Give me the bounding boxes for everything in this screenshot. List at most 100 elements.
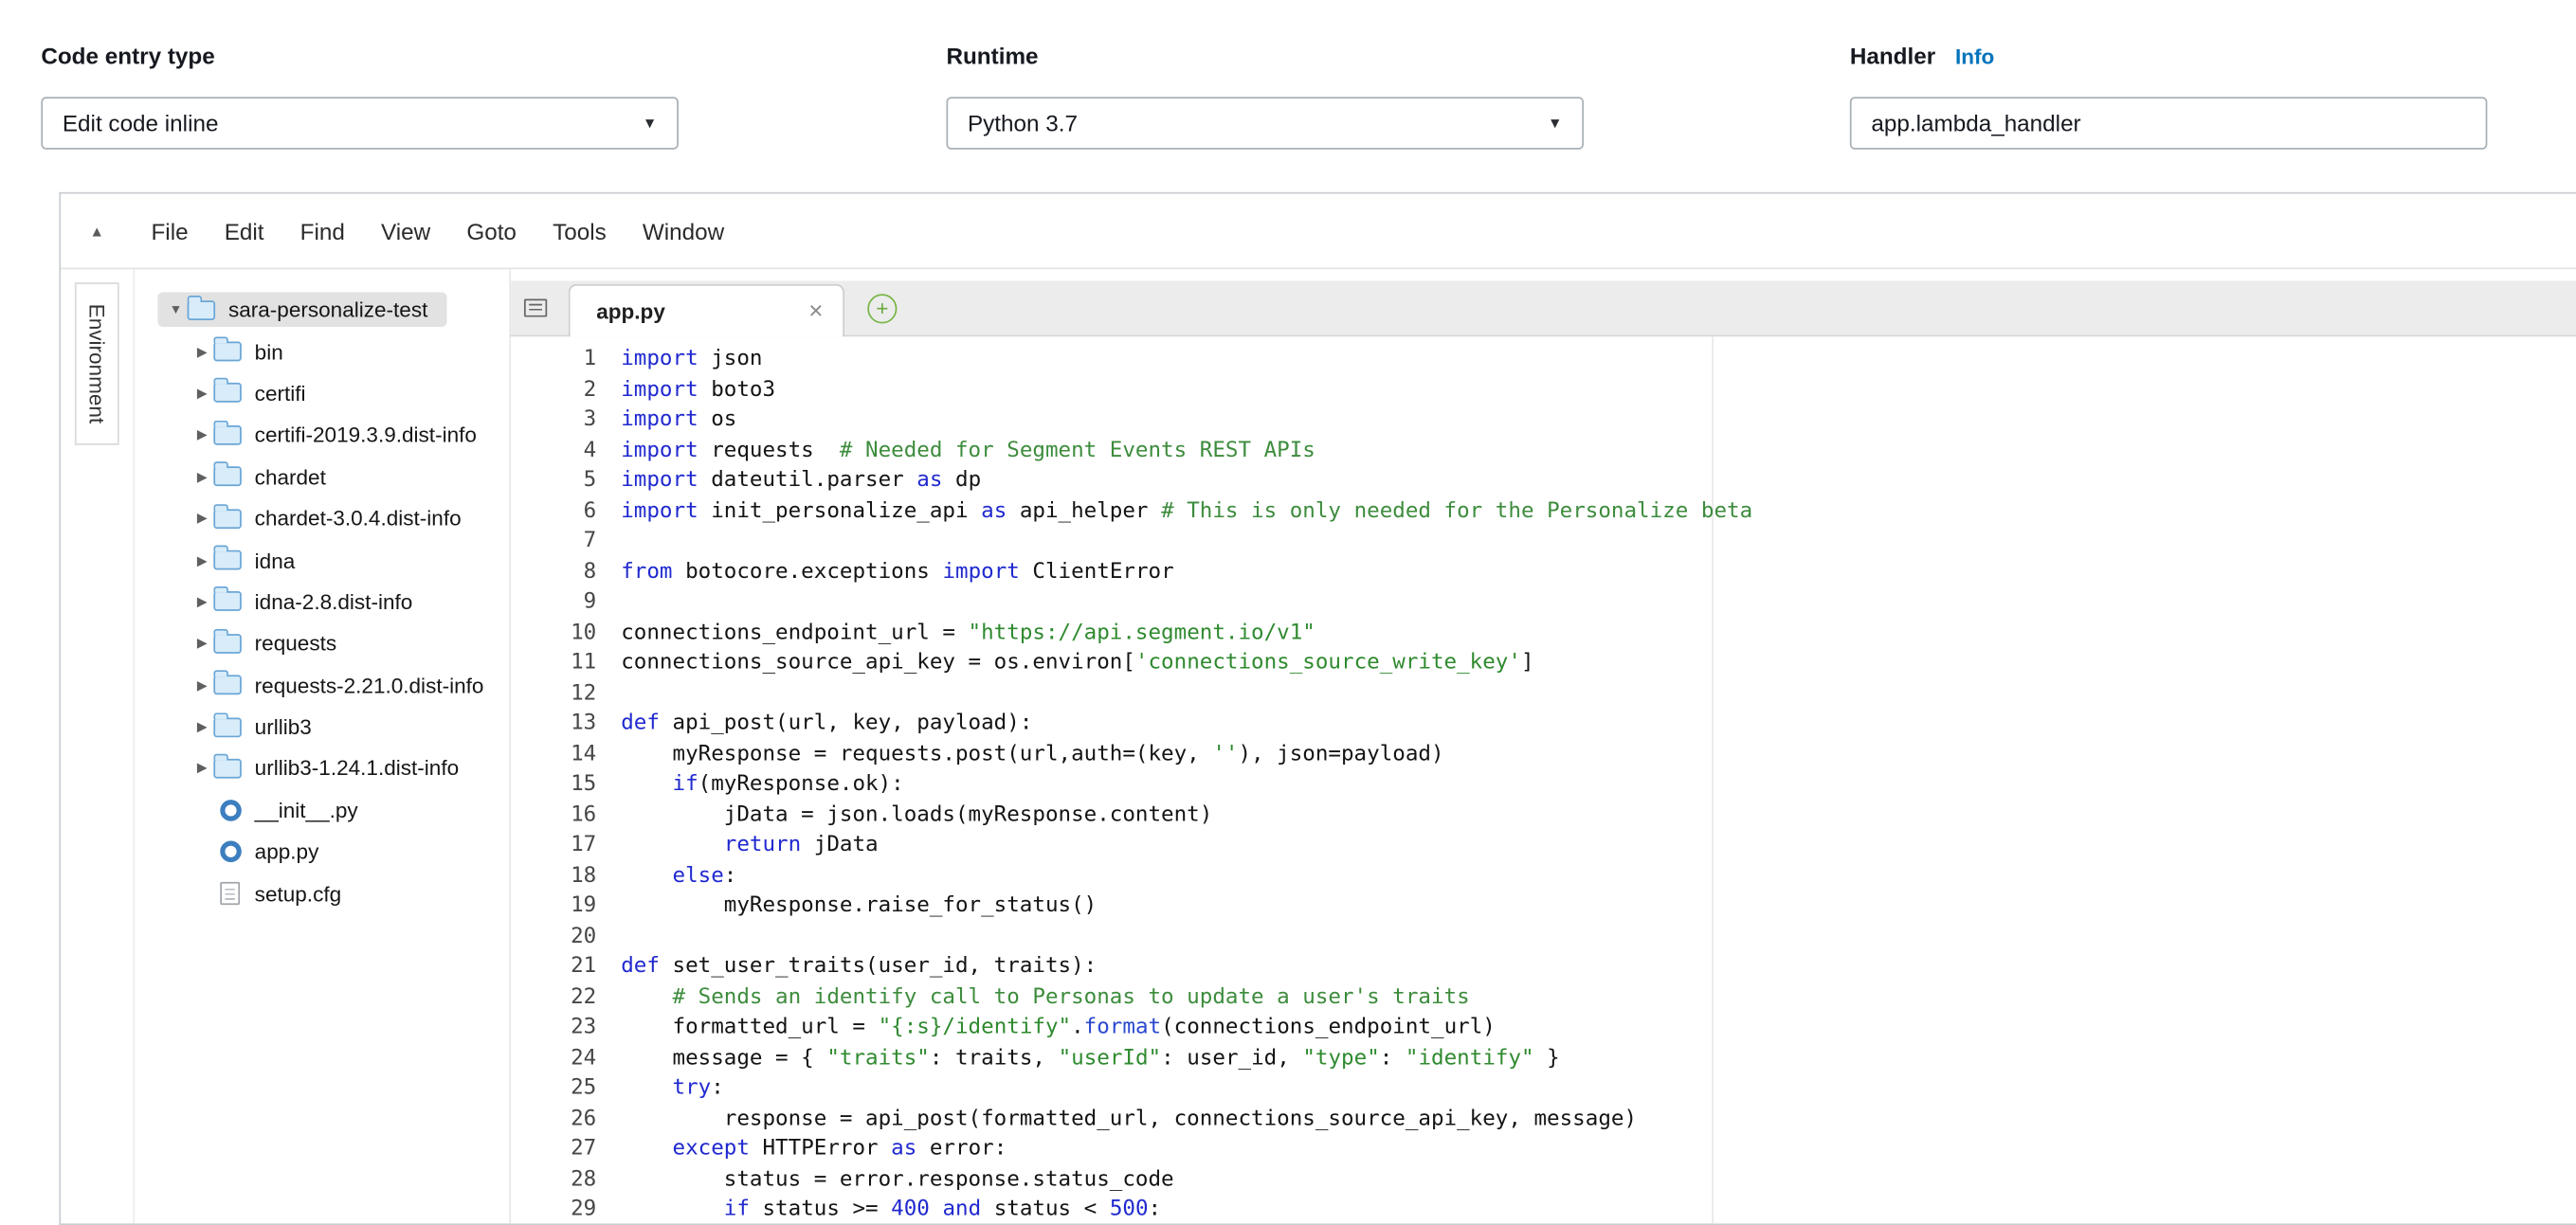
- line-number[interactable]: 17: [511, 831, 612, 861]
- code-line[interactable]: 13def api_post(url, key, payload):: [511, 710, 2576, 740]
- code-line[interactable]: 23 formatted_url = "{:s}/identify".forma…: [511, 1014, 2576, 1044]
- line-number[interactable]: 15: [511, 770, 612, 801]
- collapse-menubar-icon[interactable]: ▲: [61, 223, 133, 239]
- chevron-right-icon[interactable]: ▶: [190, 427, 213, 442]
- menu-view[interactable]: View: [363, 218, 448, 244]
- code-line[interactable]: 10connections_endpoint_url = "https://ap…: [511, 619, 2576, 649]
- line-number[interactable]: 23: [511, 1014, 612, 1044]
- tree-folder[interactable]: ▶chardet: [135, 456, 509, 497]
- code-line[interactable]: 7: [511, 527, 2576, 557]
- new-tab-button[interactable]: +: [867, 293, 897, 322]
- code-line[interactable]: 11connections_source_api_key = os.enviro…: [511, 649, 2576, 679]
- code-line[interactable]: 25 try:: [511, 1074, 2576, 1105]
- line-number[interactable]: 16: [511, 801, 612, 831]
- menu-goto[interactable]: Goto: [448, 218, 535, 244]
- chevron-right-icon[interactable]: ▶: [190, 636, 213, 651]
- line-number[interactable]: 9: [511, 588, 612, 619]
- chevron-right-icon[interactable]: ▶: [190, 386, 213, 401]
- line-number[interactable]: 11: [511, 649, 612, 679]
- tree-file[interactable]: __init__.py: [135, 789, 509, 831]
- handler-input[interactable]: [1850, 97, 2488, 149]
- code-line[interactable]: 20: [511, 922, 2576, 952]
- handler-info-link[interactable]: Info: [1955, 45, 1994, 69]
- code-line[interactable]: 21def set_user_traits(user_id, traits):: [511, 952, 2576, 982]
- code-line[interactable]: 18 else:: [511, 861, 2576, 892]
- tree-folder[interactable]: ▶urllib3-1.24.1.dist-info: [135, 748, 509, 789]
- line-number[interactable]: 29: [511, 1196, 612, 1223]
- code-line[interactable]: 19 myResponse.raise_for_status(): [511, 892, 2576, 922]
- line-number[interactable]: 14: [511, 740, 612, 770]
- line-number[interactable]: 24: [511, 1044, 612, 1074]
- code-line[interactable]: 16 jData = json.loads(myResponse.content…: [511, 801, 2576, 831]
- code-line[interactable]: 3import os: [511, 405, 2576, 436]
- menu-find[interactable]: Find: [282, 218, 363, 244]
- code-line[interactable]: 26 response = api_post(formatted_url, co…: [511, 1105, 2576, 1135]
- code-line[interactable]: 28 status = error.response.status_code: [511, 1165, 2576, 1196]
- line-number[interactable]: 10: [511, 619, 612, 649]
- chevron-down-icon[interactable]: ▼: [164, 302, 187, 317]
- tree-folder[interactable]: ▶idna: [135, 539, 509, 581]
- code-line[interactable]: 5import dateutil.parser as dp: [511, 466, 2576, 496]
- tree-folder[interactable]: ▶requests: [135, 622, 509, 664]
- menu-tools[interactable]: Tools: [535, 218, 625, 244]
- line-number[interactable]: 6: [511, 496, 612, 527]
- line-number[interactable]: 27: [511, 1135, 612, 1165]
- chevron-right-icon[interactable]: ▶: [190, 677, 213, 693]
- line-number[interactable]: 12: [511, 679, 612, 710]
- line-number[interactable]: 1: [511, 345, 612, 375]
- chevron-right-icon[interactable]: ▶: [190, 469, 213, 484]
- chevron-right-icon[interactable]: ▶: [190, 594, 213, 609]
- code-line[interactable]: 8from botocore.exceptions import ClientE…: [511, 557, 2576, 587]
- line-number[interactable]: 25: [511, 1074, 612, 1105]
- tree-file[interactable]: setup.cfg: [135, 873, 509, 914]
- code-line[interactable]: 12: [511, 679, 2576, 710]
- code-line[interactable]: 17 return jData: [511, 831, 2576, 861]
- line-number[interactable]: 4: [511, 436, 612, 466]
- code-line[interactable]: 1import json: [511, 345, 2576, 375]
- chevron-right-icon[interactable]: ▶: [190, 552, 213, 567]
- chevron-right-icon[interactable]: ▶: [190, 344, 213, 359]
- code-line[interactable]: 15 if(myResponse.ok):: [511, 770, 2576, 801]
- line-number[interactable]: 19: [511, 892, 612, 922]
- runtime-select[interactable]: Python 3.7 ▼: [946, 97, 1584, 149]
- tree-folder[interactable]: ▶idna-2.8.dist-info: [135, 581, 509, 622]
- code-line[interactable]: 6import init_personalize_api as api_help…: [511, 496, 2576, 527]
- tree-folder[interactable]: ▶certifi-2019.3.9.dist-info: [135, 414, 509, 456]
- tree-folder[interactable]: ▶chardet-3.0.4.dist-info: [135, 497, 509, 539]
- tree-folder[interactable]: ▶bin: [135, 331, 509, 372]
- menu-edit[interactable]: Edit: [207, 218, 282, 244]
- line-number[interactable]: 26: [511, 1105, 612, 1135]
- chevron-right-icon[interactable]: ▶: [190, 719, 213, 734]
- chevron-right-icon[interactable]: ▶: [190, 761, 213, 776]
- code-line[interactable]: 27 except HTTPError as error:: [511, 1135, 2576, 1165]
- tab-app-py[interactable]: app.py ×: [569, 284, 844, 336]
- tree-folder[interactable]: ▶requests-2.21.0.dist-info: [135, 664, 509, 706]
- line-number[interactable]: 13: [511, 710, 612, 740]
- tree-folder[interactable]: ▶urllib3: [135, 706, 509, 748]
- tree-file[interactable]: app.py: [135, 831, 509, 873]
- tab-list-icon[interactable]: [524, 298, 547, 316]
- code-line[interactable]: 22 # Sends an identify call to Personas …: [511, 982, 2576, 1013]
- line-number[interactable]: 7: [511, 527, 612, 557]
- code-line[interactable]: 29 if status >= 400 and status < 500:: [511, 1196, 2576, 1223]
- line-number[interactable]: 8: [511, 557, 612, 587]
- line-number[interactable]: 18: [511, 861, 612, 892]
- code-line[interactable]: 4import requests # Needed for Segment Ev…: [511, 436, 2576, 466]
- menu-file[interactable]: File: [133, 218, 206, 244]
- menu-window[interactable]: Window: [625, 218, 742, 244]
- tab-environment[interactable]: Environment: [75, 282, 119, 445]
- close-icon[interactable]: ×: [808, 297, 823, 325]
- line-number[interactable]: 20: [511, 922, 612, 952]
- line-number[interactable]: 2: [511, 375, 612, 405]
- code-entry-type-select[interactable]: Edit code inline ▼: [41, 97, 679, 149]
- line-number[interactable]: 28: [511, 1165, 612, 1196]
- tree-item-root[interactable]: ▼sara-personalize-test: [135, 289, 509, 331]
- code-area[interactable]: 1import json2import boto33import os4impo…: [511, 336, 2576, 1223]
- line-number[interactable]: 3: [511, 405, 612, 436]
- line-number[interactable]: 21: [511, 952, 612, 982]
- tree-folder[interactable]: ▶certifi: [135, 372, 509, 414]
- code-line[interactable]: 2import boto3: [511, 375, 2576, 405]
- code-line[interactable]: 24 message = { "traits": traits, "userId…: [511, 1044, 2576, 1074]
- line-number[interactable]: 22: [511, 982, 612, 1013]
- code-line[interactable]: 9: [511, 588, 2576, 619]
